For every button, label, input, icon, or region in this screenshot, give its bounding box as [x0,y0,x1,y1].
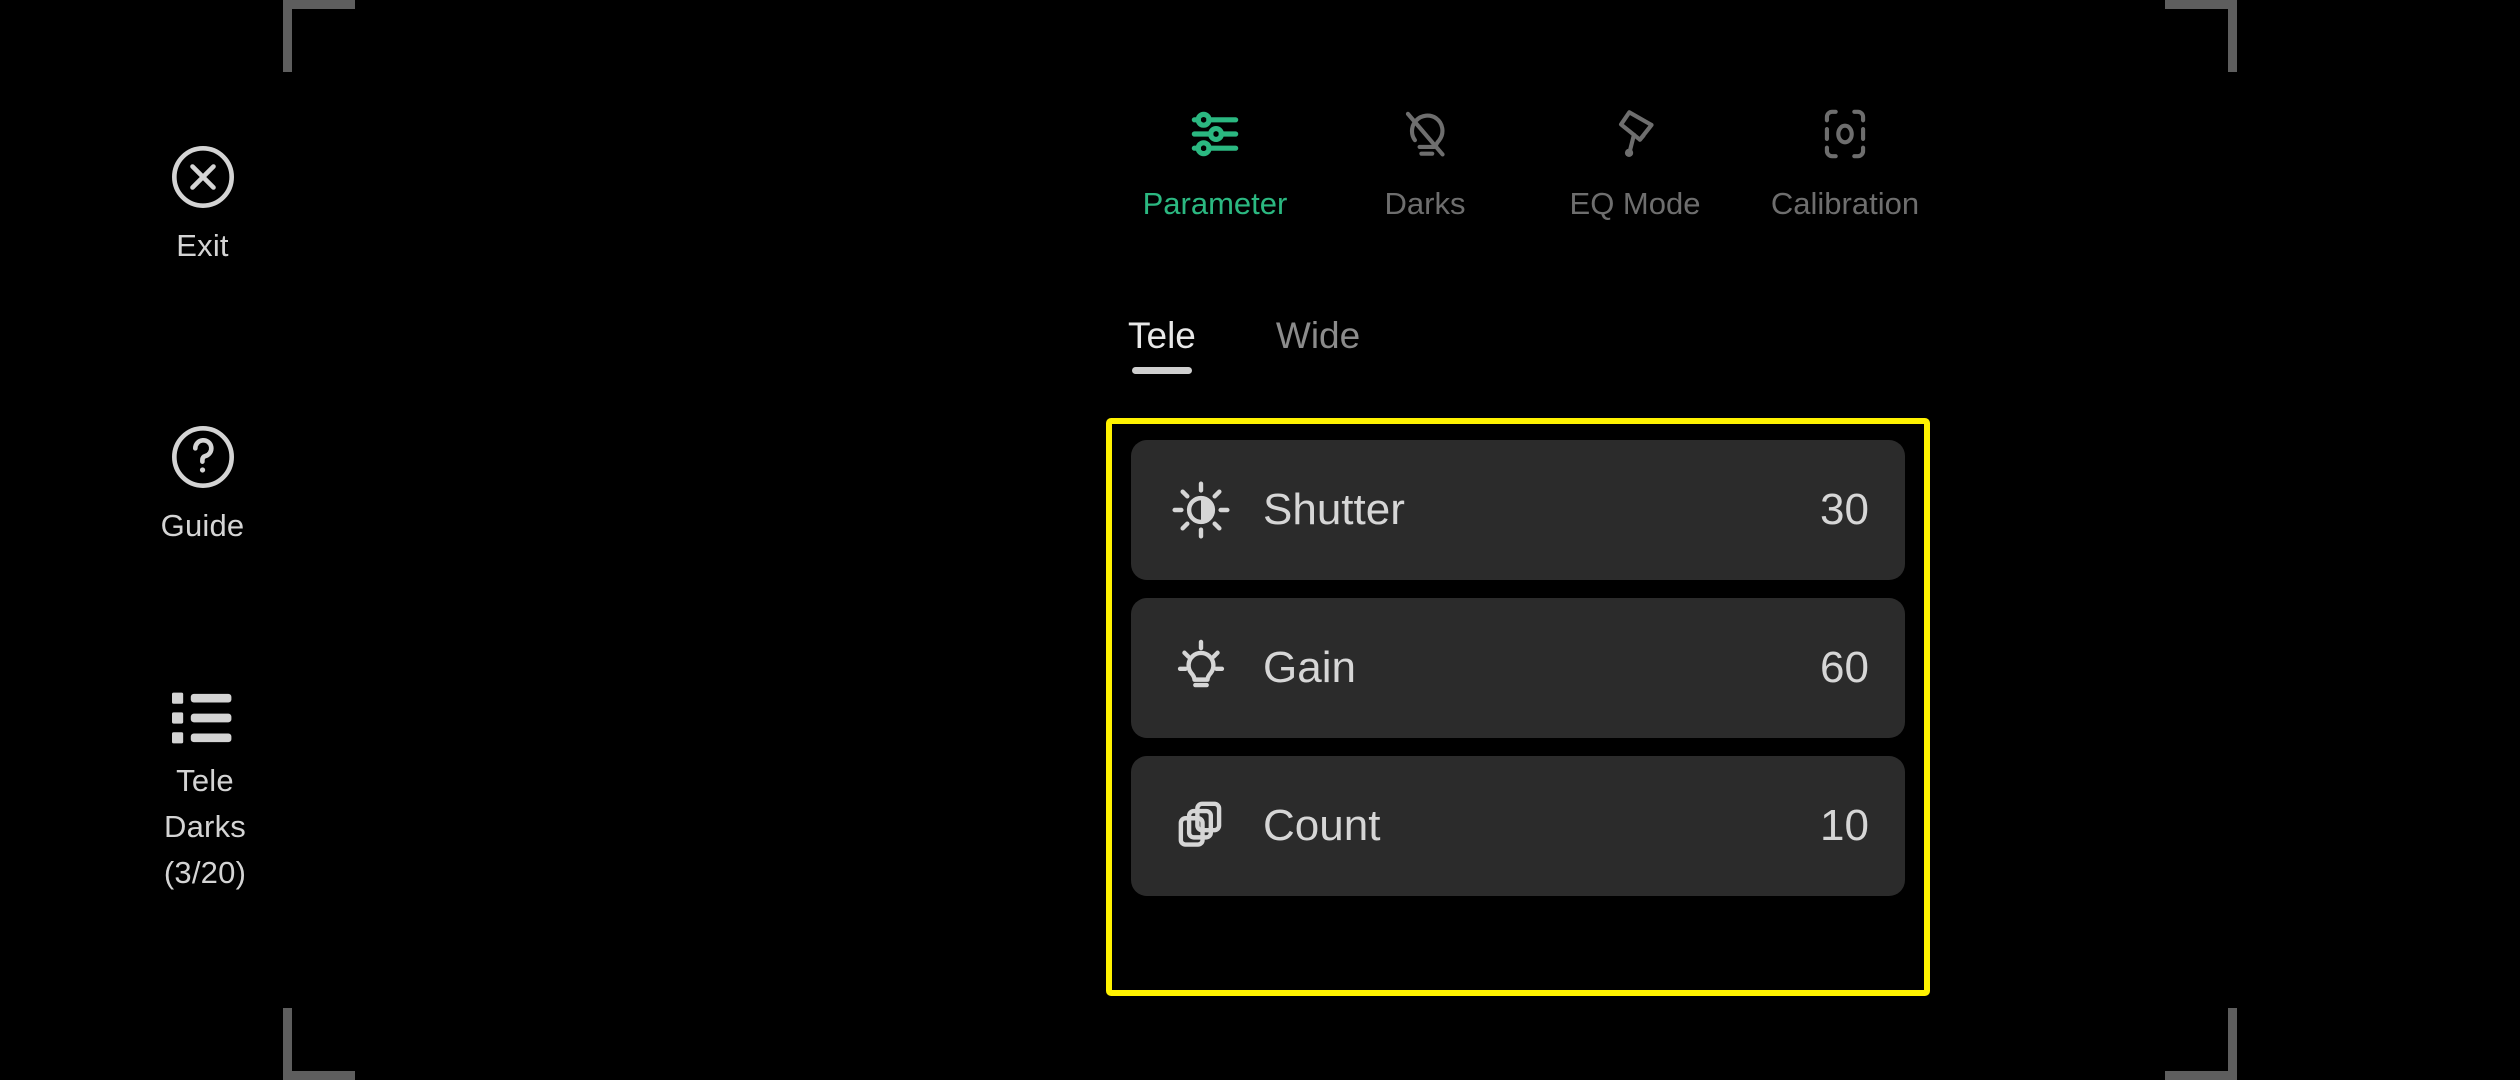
tab-parameter-label: Parameter [1142,186,1288,221]
close-circle-icon [166,140,240,214]
tab-parameter[interactable]: Parameter [1110,96,1320,222]
lens-tab-tele[interactable]: Tele [1128,312,1196,374]
tab-calibration-label: Calibration [1770,186,1920,221]
parameter-row-shutter[interactable]: Shutter 30 [1131,440,1905,580]
parameter-row-gain-label: Gain [1263,643,1356,692]
bulb-off-icon [1394,96,1456,172]
eq-mount-icon [1604,96,1666,172]
list-icon [172,690,238,746]
layers-icon [1163,795,1239,857]
right-control-rail: Album Astro [2120,0,2520,1080]
mode-tab-bar: Parameter Darks EQ Mode Calibration [1110,96,1950,222]
lens-tab-bar: Tele Wide [1128,312,1360,374]
calibration-icon [1814,96,1876,172]
tab-eq-mode-label: EQ Mode [1569,186,1701,221]
exit-button[interactable]: Exit [135,140,270,266]
lens-tab-wide[interactable]: Wide [1276,312,1360,374]
tele-darks-button-label: Tele Darks (3/20) [163,763,247,890]
tab-eq-mode[interactable]: EQ Mode [1530,96,1740,222]
parameter-row-gain-value: 60 [1820,643,1869,692]
guide-button[interactable]: Guide [135,420,270,546]
guide-button-label: Guide [160,508,245,543]
parameter-row-count-value: 10 [1820,801,1869,850]
parameter-list: Shutter 30 Gain 60 Count 10 [1131,440,1905,896]
exposure-icon [1163,479,1239,541]
parameter-row-shutter-value: 30 [1820,485,1869,534]
tab-calibration[interactable]: Calibration [1740,96,1950,222]
tele-darks-button[interactable]: Tele Darks (3/20) [110,690,300,896]
camera-viewfinder-screen: Exit Guide Tele Darks (3/20) Parameter D… [0,0,2520,1080]
parameter-row-shutter-label: Shutter [1263,485,1405,534]
help-circle-icon [166,420,240,494]
tab-darks-label: Darks [1384,186,1466,221]
parameter-row-gain[interactable]: Gain 60 [1131,598,1905,738]
parameter-row-count[interactable]: Count 10 [1131,756,1905,896]
parameter-row-count-label: Count [1263,801,1381,850]
bulb-icon [1163,637,1239,699]
tab-darks[interactable]: Darks [1320,96,1530,222]
exit-button-label: Exit [176,228,229,263]
left-control-rail: Exit Guide Tele Darks (3/20) [0,0,400,1080]
sliders-icon [1184,96,1246,172]
